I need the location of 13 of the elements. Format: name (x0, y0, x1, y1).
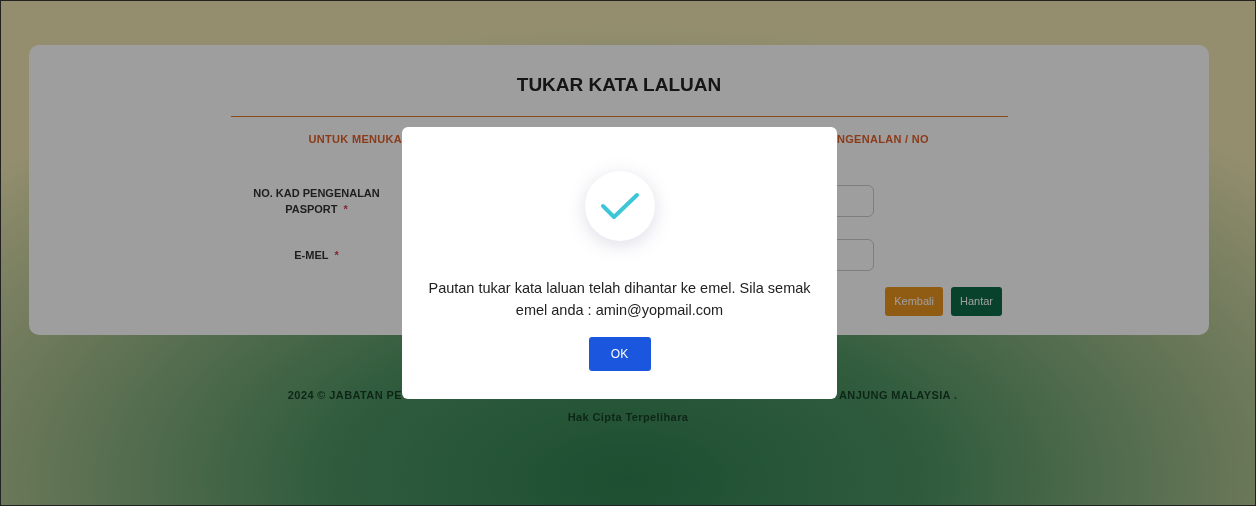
field-label: NO. KAD PENGENALAN (253, 187, 380, 199)
instruction-text: UNTUK MENUKA (308, 132, 402, 145)
required-mark: * (343, 203, 348, 215)
field-label: PASPORT (285, 203, 338, 215)
checkmark-icon (599, 191, 640, 221)
instruction-text: NGENALAN / NO (837, 132, 929, 145)
required-mark: * (334, 249, 339, 261)
submit-button[interactable]: Hantar (950, 287, 1002, 316)
field-label: E-MEL (294, 249, 329, 261)
back-button[interactable]: Kembali (885, 287, 943, 316)
page-title: TUKAR KATA LALUAN (515, 73, 723, 97)
ok-button[interactable]: OK (588, 337, 651, 371)
dialog-message: Pautan tukar kata laluan telah dihantar ke emel. Sila semak emel anda : amin@yopmail.com (427, 279, 812, 320)
